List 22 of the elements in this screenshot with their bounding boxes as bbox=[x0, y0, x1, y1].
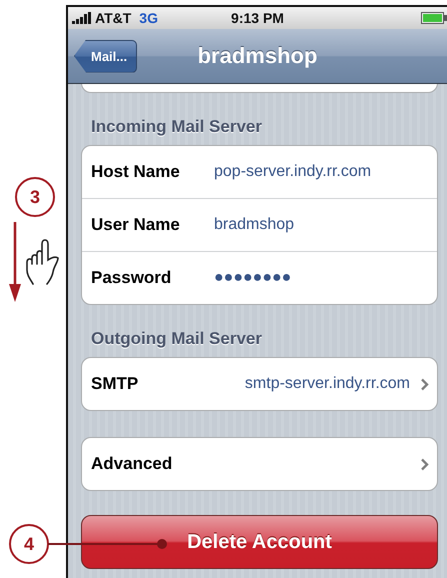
field-label: SMTP bbox=[91, 374, 138, 394]
field-value[interactable]: pop-server.indy.rr.com bbox=[214, 163, 372, 181]
clock-time: 9:13 PM bbox=[231, 10, 284, 26]
network-label: 3G bbox=[139, 10, 158, 26]
screen-title: bradmshop bbox=[198, 43, 318, 69]
back-button[interactable]: Mail... bbox=[74, 40, 138, 72]
section-header: Incoming Mail Server bbox=[91, 117, 262, 137]
step-number: 3 bbox=[15, 177, 55, 217]
signal-icon bbox=[72, 12, 92, 24]
field-label: Advanced bbox=[91, 454, 172, 474]
battery-icon bbox=[421, 12, 447, 24]
field-value[interactable]: smtp-server.indy.rr.com bbox=[244, 375, 410, 393]
field-label: Password bbox=[91, 268, 172, 288]
field-label: User Name bbox=[91, 215, 181, 235]
section-header: Outgoing Mail Server bbox=[91, 329, 262, 349]
delete-account-button[interactable]: Delete Account bbox=[81, 515, 438, 569]
step-number: 4 bbox=[9, 524, 49, 564]
carrier-label: AT&T bbox=[95, 10, 132, 26]
field-value[interactable]: ●●●●●●●● bbox=[214, 269, 292, 287]
field-label: Host Name bbox=[91, 162, 181, 182]
field-value[interactable]: bradmshop bbox=[214, 216, 294, 234]
pointing-hand-icon bbox=[25, 238, 61, 286]
